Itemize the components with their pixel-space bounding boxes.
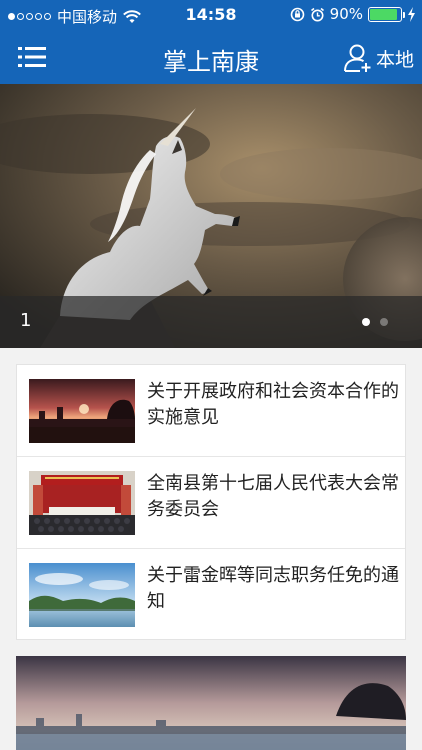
feature-card[interactable] [16, 656, 406, 750]
status-right: 90% [290, 5, 416, 23]
sunset-city-photo [29, 379, 135, 443]
battery-icon [368, 6, 405, 22]
news-list: 关于开展政府和社会资本合作的实施意见 全南县第十七届人民代表大会常务委员会 关于… [16, 364, 406, 640]
news-item[interactable]: 全南县第十七届人民代表大会常务委员会 [17, 457, 405, 549]
local-label: 本地 [375, 48, 414, 71]
user-add-icon [343, 44, 371, 72]
local-button[interactable]: 本地 [342, 42, 414, 74]
conference-hall-photo [29, 471, 135, 535]
rotation-lock-icon [290, 7, 304, 21]
page-dot[interactable] [380, 318, 388, 326]
banner-index: 1 [20, 310, 32, 331]
news-title: 关于开展政府和社会资本合作的实施意见 [147, 381, 399, 428]
lake-mountains-photo [29, 563, 135, 627]
banner-caption-bar: 1 [0, 296, 422, 348]
news-title: 关于雷金晖等同志职务任免的通知 [147, 565, 399, 612]
battery-percent: 90% [329, 5, 363, 23]
news-thumbnail [29, 563, 135, 627]
news-title: 全南县第十七届人民代表大会常务委员会 [147, 473, 399, 520]
battery-level [370, 8, 397, 20]
nav-bar: 掌上南康 本地 [0, 30, 422, 84]
list-menu-icon [18, 47, 46, 67]
news-thumbnail [29, 379, 135, 443]
page-indicator[interactable] [362, 318, 388, 326]
banner-carousel[interactable]: 1 [0, 84, 422, 348]
status-bar: 中国移动 14:58 90% [0, 0, 422, 30]
charging-icon [408, 6, 415, 22]
news-item[interactable]: 关于雷金晖等同志职务任免的通知 [17, 549, 405, 641]
page-dot[interactable] [362, 318, 370, 326]
feature-image [16, 656, 406, 750]
menu-button[interactable] [18, 46, 46, 68]
alarm-icon [310, 7, 324, 21]
news-item[interactable]: 关于开展政府和社会资本合作的实施意见 [17, 365, 405, 457]
news-thumbnail [29, 471, 135, 535]
